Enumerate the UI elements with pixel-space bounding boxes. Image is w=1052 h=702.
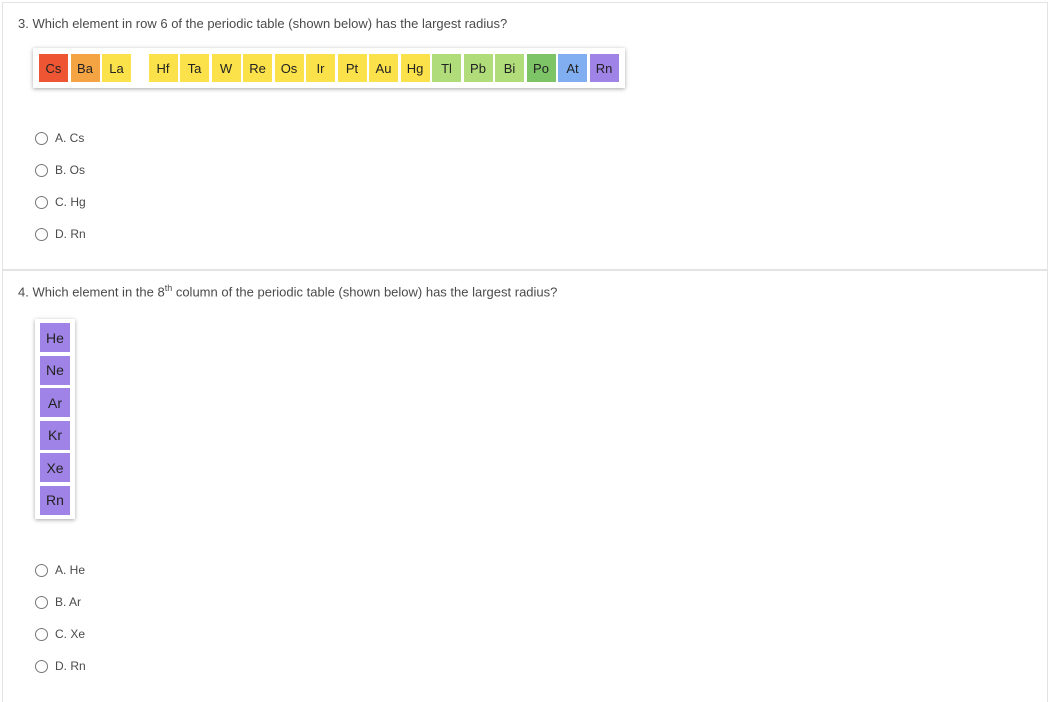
element-cell-ne: Ne <box>40 355 70 385</box>
question-4: 4. Which element in the 8th column of th… <box>2 270 1048 702</box>
option-d[interactable]: D. Rn <box>35 218 86 250</box>
row-6-element-strip: Cs Ba La Hf Ta W Re Os Ir Pt Au Hg Tl Pb Bi Po At Rn <box>33 48 625 88</box>
radio-button[interactable] <box>35 563 48 577</box>
option-c[interactable]: C. Hg <box>35 186 86 218</box>
option-c[interactable]: C. Xe <box>35 618 86 650</box>
element-cell-ba: Ba <box>70 54 100 82</box>
radio-button[interactable] <box>35 627 48 641</box>
radio-button[interactable] <box>35 163 48 177</box>
element-cell-os: Os <box>274 54 304 82</box>
question-4-options: A. He B. Ar C. Xe D. Rn <box>35 554 86 682</box>
element-cell-hf: Hf <box>148 54 178 82</box>
question-3-text: 3. Which element in row 6 of the periodi… <box>18 16 508 31</box>
element-cell-rn: Rn <box>589 54 619 82</box>
element-cell-w: W <box>211 54 241 82</box>
column-8-element-strip: He Ne Ar Kr Xe Rn <box>35 319 75 519</box>
element-cell-pt: Pt <box>337 54 367 82</box>
element-cell-ta: Ta <box>180 54 209 82</box>
element-cell-at: At <box>558 54 587 82</box>
radio-button[interactable] <box>35 595 48 609</box>
option-d[interactable]: D. Rn <box>35 650 86 682</box>
element-cell-pb: Pb <box>463 54 493 82</box>
element-cell-hg: Hg <box>400 54 430 82</box>
element-cell-kr: Kr <box>40 420 70 450</box>
radio-button[interactable] <box>35 227 48 241</box>
element-cell-bi: Bi <box>495 54 524 82</box>
element-cell-rn: Rn <box>40 485 70 515</box>
element-cell-ir: Ir <box>306 54 335 82</box>
option-a[interactable]: A. Cs <box>35 122 86 154</box>
option-a[interactable]: A. He <box>35 554 86 586</box>
option-b[interactable]: B. Os <box>35 154 86 186</box>
radio-button[interactable] <box>35 195 48 209</box>
element-cell-re: Re <box>243 54 272 82</box>
element-cell-tl: Tl <box>432 54 461 82</box>
question-3: 3. Which element in row 6 of the periodi… <box>2 2 1048 270</box>
element-cell-cs: Cs <box>39 54 68 82</box>
radio-button[interactable] <box>35 131 48 145</box>
element-cell-la: La <box>102 54 131 82</box>
question-3-options: A. Cs B. Os C. Hg D. Rn <box>35 122 86 250</box>
element-cell-ar: Ar <box>40 388 70 417</box>
question-4-text: 4. Which element in the 8th column of th… <box>18 283 558 300</box>
option-b[interactable]: B. Ar <box>35 586 86 618</box>
element-cell-xe: Xe <box>40 453 70 482</box>
element-cell-he: He <box>40 323 70 352</box>
radio-button[interactable] <box>35 659 48 673</box>
element-cell-au: Au <box>369 54 398 82</box>
element-cell-po: Po <box>526 54 556 82</box>
